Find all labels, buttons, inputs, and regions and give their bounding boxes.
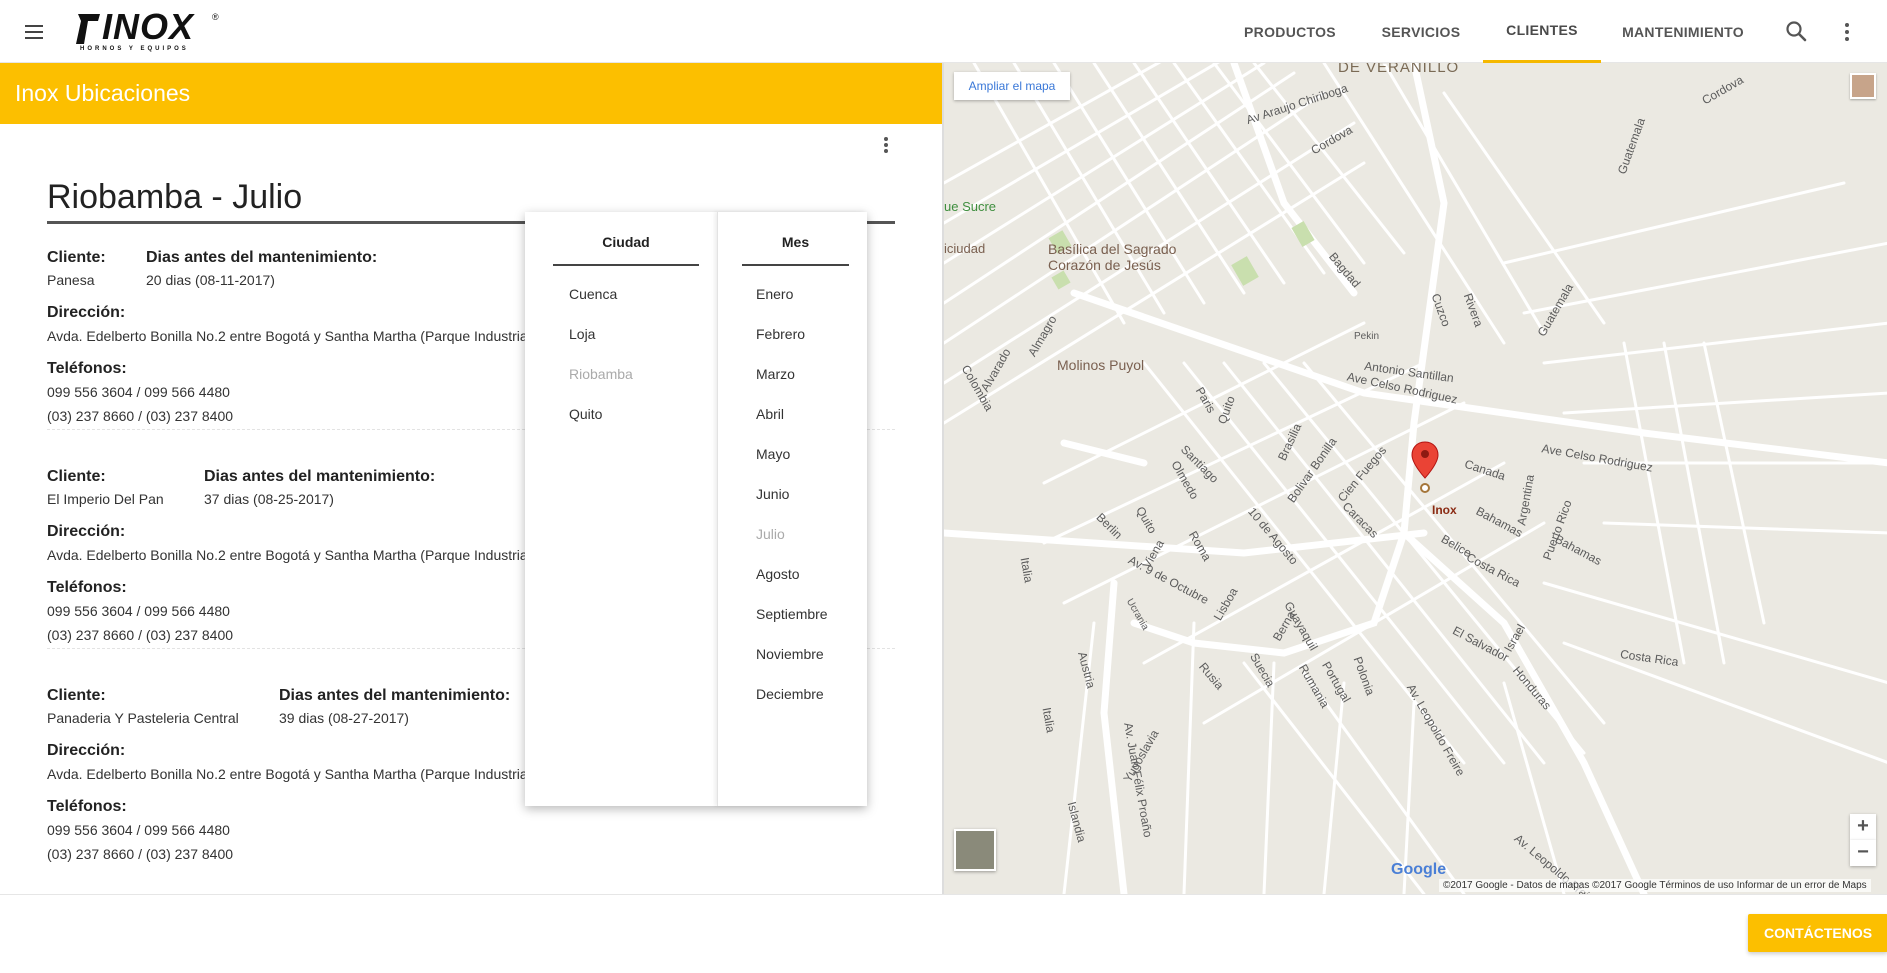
user-avatar[interactable]: [1850, 73, 1876, 99]
phone-landline: (03) 237 8660 / (03) 237 8400: [47, 846, 234, 862]
days-label: Dias antes del mantenimiento:: [279, 687, 511, 704]
nav-clientes[interactable]: CLIENTES: [1483, 0, 1601, 63]
address-value: Avda. Edelberto Bonilla No.2 entre Bogot…: [47, 328, 531, 344]
address-value: Avda. Edelberto Bonilla No.2 entre Bogot…: [47, 766, 604, 782]
city-option-riobamba[interactable]: Riobamba: [569, 366, 633, 382]
days-value: 37 dias (08-25-2017): [204, 491, 334, 507]
zoom-out-button[interactable]: −: [1850, 840, 1876, 866]
inox-logo[interactable]: INOX ® HORNOS Y EQUIPOS: [76, 6, 223, 54]
city-option-loja[interactable]: Loja: [569, 326, 595, 342]
logo-registered-mark: ®: [212, 12, 219, 22]
month-option-julio[interactable]: Julio: [756, 526, 785, 542]
logo-text: INOX: [102, 6, 195, 47]
more-vert-icon[interactable]: [1833, 18, 1861, 46]
client-name: El Imperio Del Pan: [47, 491, 164, 507]
month-option-marzo[interactable]: Marzo: [756, 366, 795, 382]
nav-productos[interactable]: PRODUCTOS: [1226, 0, 1354, 63]
days-label: Dias antes del mantenimiento:: [146, 249, 378, 266]
city-option-quito[interactable]: Quito: [569, 406, 602, 422]
days-value: 39 dias (08-27-2017): [279, 710, 409, 726]
map-poi-label: Molinos Puyol: [1057, 357, 1145, 373]
google-map[interactable]: Ampliar el mapa DE VERANILLO Basílica de…: [942, 63, 1887, 894]
zoom-in-button[interactable]: +: [1850, 814, 1876, 840]
month-option-deciembre[interactable]: Deciembre: [756, 686, 824, 702]
map-poi-label: ue Sucre: [944, 199, 997, 214]
top-app-bar: INOX ® HORNOS Y EQUIPOS PRODUCTOS SERVIC…: [0, 0, 1887, 63]
address-value: Avda. Edelberto Bonilla No.2 entre Bogot…: [47, 547, 531, 563]
month-option-agosto[interactable]: Agosto: [756, 566, 800, 582]
nav-servicios[interactable]: SERVICIOS: [1364, 0, 1478, 63]
map-street-label: Pekin: [1354, 331, 1380, 342]
page-title: Riobamba - Julio: [47, 178, 303, 216]
map-poi-label: Basílica del Sagrado: [1048, 241, 1177, 257]
panel-header: Inox Ubicaciones: [0, 63, 942, 124]
phones-label: Teléfonos:: [47, 360, 127, 377]
map-poi-label: iciudad: [944, 241, 986, 256]
client-label: Cliente:: [47, 468, 106, 485]
logo-mark-icon: [76, 14, 100, 44]
month-option-noviembre[interactable]: Noviembre: [756, 646, 824, 662]
phones-label: Teléfonos:: [47, 798, 127, 815]
client-name: Panesa: [47, 272, 95, 288]
address-label: Dirección:: [47, 742, 126, 759]
phone-landline: (03) 237 8660 / (03) 237 8400: [47, 627, 234, 643]
month-option-febrero[interactable]: Febrero: [756, 326, 805, 342]
footer-bar: CONTÁCTENOS: [0, 894, 1887, 973]
month-option-septiembre[interactable]: Septiembre: [756, 606, 828, 622]
client-name: Panaderia Y Pasteleria Central: [47, 710, 239, 726]
map-marker-label: Inox: [1432, 503, 1457, 517]
logo-subtitle: HORNOS Y EQUIPOS: [80, 46, 189, 52]
days-label: Dias antes del mantenimiento:: [204, 468, 436, 485]
client-label: Cliente:: [47, 249, 106, 266]
phone-mobile: 099 556 3604 / 099 566 4480: [47, 384, 230, 400]
month-option-junio[interactable]: Junio: [756, 486, 789, 502]
map-streets: [944, 63, 1887, 894]
month-option-enero[interactable]: Enero: [756, 286, 793, 302]
nav-mantenimiento[interactable]: MANTENIMIENTO: [1608, 0, 1758, 63]
google-logo: Google: [1391, 861, 1447, 878]
month-column: Mes Enero Febrero Marzo Abril Mayo Junio…: [717, 212, 867, 806]
map-poi-label: Corazón de Jesús: [1048, 257, 1161, 273]
locations-panel: Inox Ubicaciones Riobamba - Julio Client…: [0, 63, 942, 894]
filter-dropdown: Ciudad Cuenca Loja Riobamba Quito Mes En…: [525, 212, 867, 806]
map-marker-icon: [1411, 441, 1439, 479]
phone-mobile: 099 556 3604 / 099 566 4480: [47, 603, 230, 619]
month-option-mayo[interactable]: Mayo: [756, 446, 790, 462]
filter-menu-icon[interactable]: [872, 133, 900, 161]
contact-button[interactable]: CONTÁCTENOS: [1748, 914, 1887, 952]
panel-title: Inox Ubicaciones: [15, 80, 191, 106]
expand-map-button[interactable]: Ampliar el mapa: [954, 72, 1070, 100]
satellite-toggle[interactable]: [954, 829, 996, 871]
city-column-header: Ciudad: [553, 234, 699, 266]
city-option-cuenca[interactable]: Cuenca: [569, 286, 617, 302]
map-attribution[interactable]: ©2017 Google - Datos de mapas ©2017 Goog…: [1439, 879, 1871, 892]
client-label: Cliente:: [47, 687, 106, 704]
city-column: Ciudad Cuenca Loja Riobamba Quito: [525, 212, 717, 806]
address-label: Dirección:: [47, 304, 126, 321]
phones-label: Teléfonos:: [47, 579, 127, 596]
menu-icon[interactable]: [22, 20, 46, 44]
phone-landline: (03) 237 8660 / (03) 237 8400: [47, 408, 234, 424]
address-label: Dirección:: [47, 523, 126, 540]
month-column-header: Mes: [742, 234, 849, 266]
search-icon[interactable]: [1783, 18, 1811, 46]
map-label: DE VERANILLO: [1338, 63, 1460, 76]
days-value: 20 dias (08-11-2017): [146, 272, 275, 288]
phone-mobile: 099 556 3604 / 099 566 4480: [47, 822, 230, 838]
month-option-abril[interactable]: Abril: [756, 406, 784, 422]
